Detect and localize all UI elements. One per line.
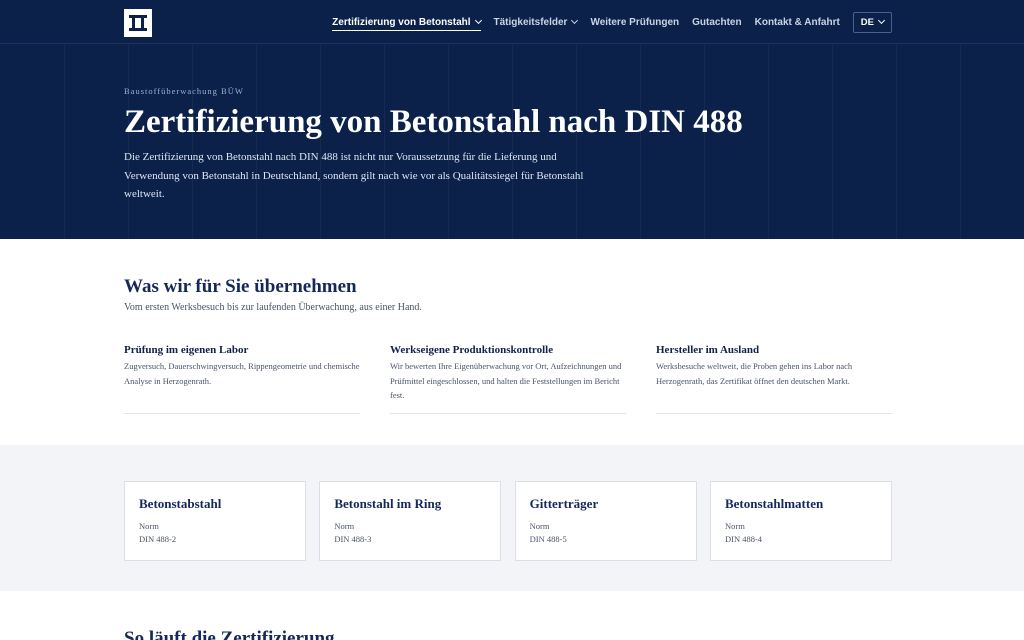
hero-description: Die Zertifizierung von Betonstahl nach D… <box>124 151 584 200</box>
nav-item-label: Weitere Prüfungen <box>590 16 680 28</box>
nav-item-label: Zertifizierung von Betonstahl <box>332 16 471 28</box>
hero-content: Baustoffüberwachung BÜW Zertifizierung v… <box>124 86 884 204</box>
product-card-gittertraeger[interactable]: Gitterträger Norm DIN 488-5 <box>514 481 697 561</box>
product-norm-value: DIN 488-3 <box>334 534 372 544</box>
service-text: Werksbesuche weltweit, die Proben gehen … <box>656 361 853 386</box>
product-card-betonstabstahl[interactable]: Betonstabstahl Norm DIN 488-2 <box>124 481 306 561</box>
product-title: Betonstahlmatten <box>724 496 824 511</box>
product-title: Gitterträger <box>529 496 599 511</box>
nav-item-label: Gutachten <box>692 16 742 28</box>
services-section: Was wir für Sie übernehmen Vom ersten We… <box>0 239 1024 445</box>
product-title: Betonstahl im Ring <box>334 496 442 511</box>
services-list: Prüfung im eigenen Labor Zugversuch, Dau… <box>124 344 892 414</box>
nav-item-label: Tätigkeitsfelder <box>493 16 568 28</box>
top-navigation: Zertifizierung von Betonstahl Tätigkeits… <box>0 0 1024 44</box>
chevron-down-icon <box>571 16 579 25</box>
service-item-labor: Prüfung im eigenen Labor Zugversuch, Dau… <box>124 344 360 414</box>
services-subtitle: Vom ersten Werksbesuch bis zur laufenden… <box>124 302 422 313</box>
site-logo-icon[interactable] <box>124 9 152 37</box>
product-norm-value: DIN 488-2 <box>139 534 177 544</box>
product-title: Betonstabstahl <box>139 496 222 511</box>
language-select[interactable]: DE <box>852 11 892 33</box>
language-label: DE <box>860 16 874 28</box>
service-title: Werkseigene Produktionskontrolle <box>390 344 554 356</box>
product-norm-value: DIN 488-5 <box>529 534 567 544</box>
nav-item-taetigkeitsfelder[interactable]: Tätigkeitsfelder <box>493 0 579 44</box>
product-norm-value: DIN 488-4 <box>724 534 763 544</box>
nav-item-gutachten[interactable]: Gutachten <box>692 0 741 44</box>
chevron-down-icon <box>474 16 482 25</box>
service-text: Zugversuch, Dauerschwingversuch, Rippeng… <box>124 361 360 386</box>
service-item-ausland: Hersteller im Ausland Werksbesuche weltw… <box>656 344 892 414</box>
chevron-down-icon <box>877 16 886 25</box>
services-title: Was wir für Sie übernehmen <box>124 276 357 297</box>
nav-item-label: Kontakt & Anfahrt <box>754 16 840 28</box>
product-cards: Betonstabstahl Norm DIN 488-2 Betonstahl… <box>124 481 892 561</box>
page-title: Zertifizierung von Betonstahl nach DIN 4… <box>124 104 743 140</box>
nav-item-zertifizierung[interactable]: Zertifizierung von Betonstahl <box>332 0 482 44</box>
nav-item-kontakt[interactable]: Kontakt & Anfahrt <box>755 0 840 44</box>
service-title: Hersteller im Ausland <box>656 344 760 356</box>
product-norm-label: Norm <box>334 521 355 531</box>
main-menu: Zertifizierung von Betonstahl Tätigkeits… <box>319 0 892 44</box>
product-norm-label: Norm <box>529 521 550 531</box>
nav-item-weitere-pruefungen[interactable]: Weitere Prüfungen <box>590 0 679 44</box>
process-section: So läuft die Zertifizierung <box>0 591 1024 640</box>
hero-eyebrow: Baustoffüberwachung BÜW <box>124 86 244 96</box>
service-title: Prüfung im eigenen Labor <box>124 344 249 356</box>
products-section: Betonstabstahl Norm DIN 488-2 Betonstahl… <box>0 445 1024 591</box>
product-norm-label: Norm <box>139 521 159 531</box>
product-norm-label: Norm <box>724 521 745 531</box>
product-card-matten[interactable]: Betonstahlmatten Norm DIN 488-4 <box>709 481 892 561</box>
hero-section: Baustoffüberwachung BÜW Zertifizierung v… <box>0 44 1024 239</box>
product-card-ring[interactable]: Betonstahl im Ring Norm DIN 488-3 <box>319 481 502 561</box>
process-title: So läuft die Zertifizierung <box>124 628 335 640</box>
service-item-wpk: Werkseigene Produktionskontrolle Wir bew… <box>390 344 626 414</box>
service-text: Wir bewerten Ihre Eigenüberwachung vor O… <box>390 361 622 400</box>
